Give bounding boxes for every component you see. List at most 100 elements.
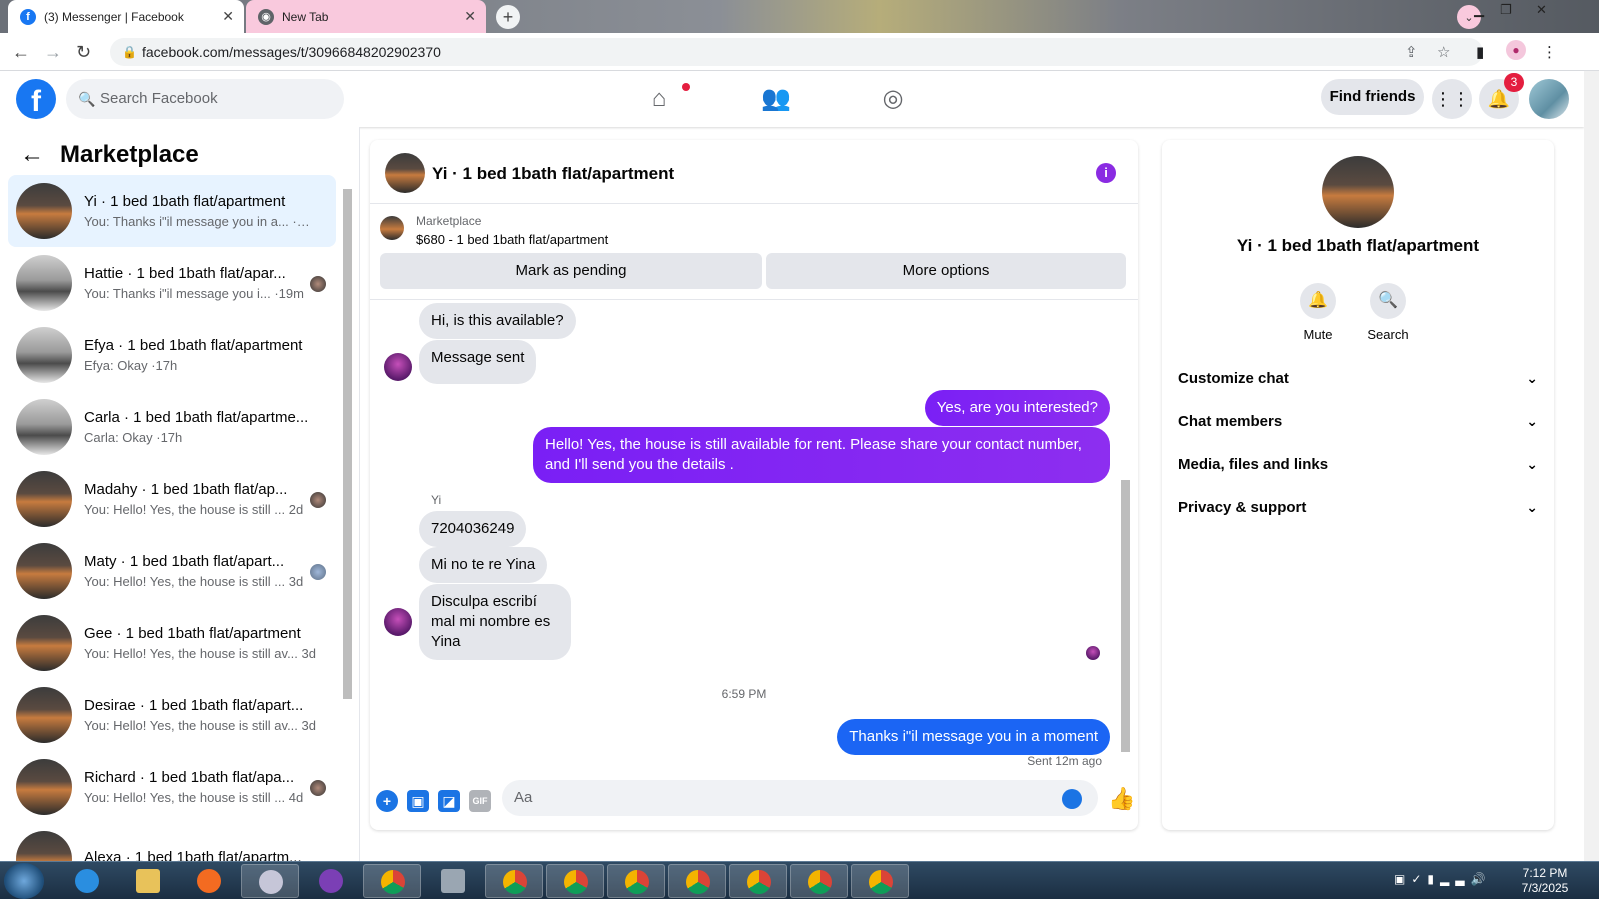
avatar[interactable] (1322, 156, 1394, 228)
url-bar[interactable]: 🔒 facebook.com/messages/t/30966848202902… (110, 38, 1483, 66)
friends-icon[interactable]: 👥 (760, 83, 792, 115)
chat-members-row[interactable]: Chat members ⌄ (1178, 413, 1538, 430)
avatar (16, 759, 72, 815)
conversation-item[interactable]: Maty · 1 bed 1bath flat/apart... You: Hel… (8, 535, 336, 607)
plus-icon[interactable]: + (376, 790, 398, 812)
media-files-links-row[interactable]: Media, files and links ⌄ (1178, 456, 1538, 473)
message-input[interactable]: Aa (502, 780, 1098, 816)
chat-header: Yi · 1 bed 1bath flat/apartment i (370, 140, 1138, 204)
conversation-item[interactable]: Madahy · 1 bed 1bath flat/ap... You: Hell… (8, 463, 336, 535)
menu-kebab-icon[interactable]: ⋮ (1542, 43, 1557, 61)
message-bubble[interactable]: Mi no te re Yina (419, 547, 548, 583)
tab-messenger[interactable]: f (3) Messenger | Facebook ✕ (8, 0, 244, 33)
facebook-logo-icon[interactable]: f (16, 79, 56, 119)
message-composer: + ▣ ◪ GIF Aa 👍 (370, 772, 1138, 830)
chrome-icon[interactable] (851, 864, 909, 898)
tab-new-tab[interactable]: ◉ New Tab ✕ (246, 0, 486, 33)
chrome-icon[interactable] (546, 864, 604, 898)
search-button[interactable]: 🔍 Search (1358, 283, 1418, 342)
scrollbar-thumb[interactable] (1121, 480, 1130, 752)
conversation-item[interactable]: Richard · 1 bed 1bath flat/apa... You: He… (8, 751, 336, 823)
conversation-item[interactable]: Alexa · 1 bed 1bath flat/apartm... (8, 823, 336, 861)
page-scrollbar[interactable] (1584, 71, 1599, 861)
emoji-icon[interactable] (1062, 789, 1082, 809)
search-facebook-input[interactable]: 🔍 Search Facebook (66, 79, 344, 119)
conversation-item[interactable]: Yi · 1 bed 1bath flat/apartment You: Than… (8, 175, 336, 247)
chevron-down-icon: ⌄ (1526, 456, 1538, 472)
url-text: facebook.com/messages/t/3096684820290237… (142, 44, 441, 60)
avatar[interactable] (385, 153, 425, 193)
message-bubble[interactable]: Hi, is this available? (419, 303, 576, 339)
thumbs-up-icon[interactable]: 👍 (1108, 786, 1135, 812)
chrome-icon[interactable] (485, 864, 543, 898)
account-avatar[interactable] (1529, 79, 1569, 119)
lock-icon: 🔒 (122, 45, 137, 59)
close-tab-icon[interactable]: ✕ (464, 8, 476, 25)
snipping-tool-icon[interactable] (241, 864, 299, 898)
more-options-button[interactable]: More options (766, 253, 1126, 289)
message-bubble[interactable]: Message sent (419, 340, 537, 384)
minimize-icon[interactable]: ▁ (1474, 2, 1484, 18)
conversation-item[interactable]: Desirae · 1 bed 1bath flat/apart... You: … (8, 679, 336, 751)
chrome-icon[interactable] (668, 864, 726, 898)
sender-avatar (384, 608, 412, 636)
app-icon[interactable] (302, 864, 360, 898)
sticker-icon[interactable]: ◪ (438, 790, 460, 812)
home-icon[interactable]: ⌂ (643, 83, 675, 115)
chrome-icon[interactable] (790, 864, 848, 898)
attach-image-icon[interactable]: ▣ (407, 790, 429, 812)
bookmark-star-icon[interactable]: ☆ (1437, 43, 1450, 61)
message-bubble-outgoing[interactable]: Hello! Yes, the house is still available… (533, 427, 1110, 483)
chrome-icon[interactable] (607, 864, 665, 898)
close-window-icon[interactable]: ✕ (1536, 2, 1547, 18)
mark-as-pending-button[interactable]: Mark as pending (380, 253, 762, 289)
conversation-item[interactable]: Carla · 1 bed 1bath flat/apartme... Carla… (8, 391, 336, 463)
system-tray-icons[interactable]: ▣✓▮▂▃🔊 (1394, 872, 1491, 886)
groups-icon[interactable]: ◎ (877, 83, 909, 115)
avatar (16, 399, 72, 455)
close-tab-icon[interactable]: ✕ (222, 8, 234, 25)
message-bubble-outgoing[interactable]: Thanks i"il message you in a moment (837, 719, 1110, 755)
windows-taskbar: ▣✓▮▂▃🔊 7:12 PM 7/3/2025 (0, 861, 1599, 899)
internet-explorer-icon[interactable] (58, 864, 116, 898)
mute-button[interactable]: 🔔 Mute (1288, 283, 1348, 342)
message-bubble[interactable]: 7204036249 (419, 511, 527, 547)
start-button[interactable] (4, 863, 44, 899)
side-panel-icon[interactable]: ▮ (1476, 43, 1484, 61)
marketplace-listing-bar: Marketplace $680 - 1 bed 1bath flat/apar… (370, 204, 1138, 300)
chrome-icon[interactable] (363, 864, 421, 898)
customize-chat-row[interactable]: Customize chat ⌄ (1178, 370, 1538, 387)
conversation-item[interactable]: Efya · 1 bed 1bath flat/apartment Efya: O… (8, 319, 336, 391)
firefox-icon[interactable] (180, 864, 238, 898)
listing-title[interactable]: $680 - 1 bed 1bath flat/apartment (416, 232, 608, 247)
find-friends-button[interactable]: Find friends (1321, 79, 1424, 115)
scrollbar-thumb[interactable] (343, 189, 352, 699)
privacy-support-row[interactable]: Privacy & support ⌄ (1178, 499, 1538, 516)
listing-thumbnail[interactable] (380, 216, 404, 240)
restore-icon[interactable]: ❐ (1500, 2, 1512, 18)
file-explorer-icon[interactable] (119, 864, 177, 898)
message-bubble[interactable]: Disculpa escribí mal mi nombre es Yina (419, 584, 571, 660)
bell-icon: 🔔 (1300, 283, 1336, 319)
conversation-item[interactable]: Hattie · 1 bed 1bath flat/apar... You: Th… (8, 247, 336, 319)
search-icon: 🔍 (78, 91, 96, 107)
chat-scrollbar[interactable] (1118, 300, 1132, 772)
message-bubble-outgoing[interactable]: Yes, are you interested? (924, 390, 1110, 426)
back-arrow-icon[interactable]: ← (20, 141, 44, 169)
conversation-item[interactable]: Gee · 1 bed 1bath flat/apartment You: Hel… (8, 607, 336, 679)
calculator-icon[interactable] (424, 864, 482, 898)
back-arrow-icon[interactable]: ← (12, 42, 30, 63)
share-icon[interactable]: ⇪ (1405, 43, 1418, 61)
forward-arrow-icon[interactable]: → (44, 42, 62, 63)
reload-icon[interactable]: ↻ (76, 42, 91, 63)
menu-grid-icon[interactable]: ⋮⋮ (1432, 79, 1472, 119)
chrome-icon[interactable] (729, 864, 787, 898)
conversation-list-scrollbar[interactable] (341, 177, 353, 861)
info-icon[interactable]: i (1096, 163, 1116, 183)
chat-title[interactable]: Yi · 1 bed 1bath flat/apartment (432, 164, 674, 184)
profile-icon[interactable]: ● (1506, 40, 1526, 60)
new-tab-button[interactable]: + (496, 5, 520, 29)
gif-icon[interactable]: GIF (469, 790, 491, 812)
system-clock[interactable]: 7:12 PM 7/3/2025 (1510, 866, 1580, 896)
notification-count-badge: 3 (1504, 73, 1524, 92)
